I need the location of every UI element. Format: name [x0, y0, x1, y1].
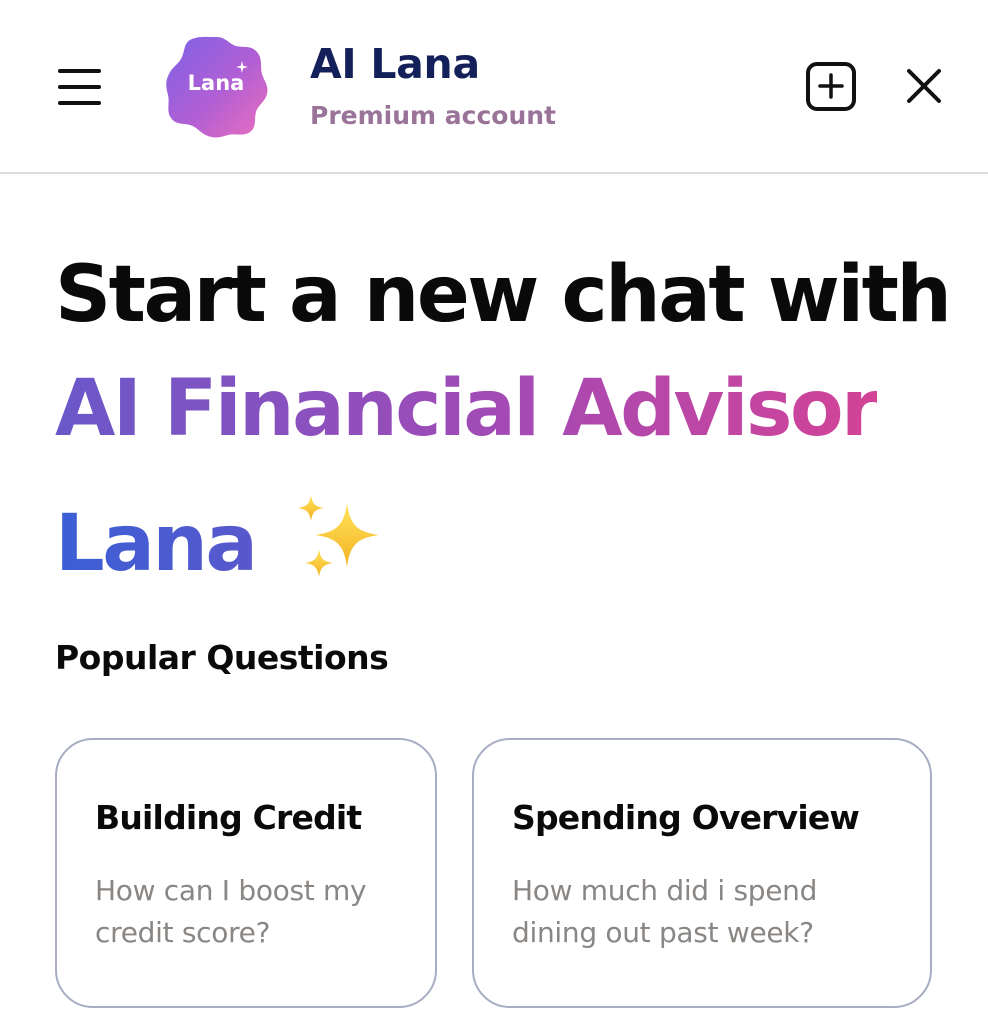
assistant-name: AI Lana: [310, 40, 480, 88]
question-card-text: How much did i spend dining out past wee…: [512, 874, 818, 949]
account-type: Premium account: [310, 101, 557, 130]
avatar-sparkle-icon: [236, 61, 248, 73]
question-card-title: Spending Overview: [512, 798, 860, 837]
close-x-icon: [907, 69, 941, 103]
top-bar: Lana AI Lana Premium account: [0, 0, 988, 174]
new-chat-button[interactable]: [806, 60, 857, 111]
sparkles-icon: [297, 495, 379, 577]
question-card-text: How can I boost my credit score?: [95, 874, 367, 949]
menu-icon[interactable]: [58, 66, 102, 108]
hero-line-name-row: Lana: [55, 487, 975, 622]
avatar: Lana: [166, 35, 270, 139]
hero-line-name: Lana: [55, 487, 258, 601]
question-card-building-credit[interactable]: Building Credit How can I boost my credi…: [55, 738, 437, 1008]
avatar-text: Lana: [187, 71, 245, 95]
close-button[interactable]: [904, 66, 944, 106]
hero-line-advisor: AI Financial Advisor: [55, 352, 880, 466]
hero-heading: Start a new chat with AI Financial Advis…: [55, 238, 975, 622]
question-card-title: Building Credit: [95, 798, 362, 837]
question-card-spending-overview[interactable]: Spending Overview How much did i spend d…: [472, 738, 932, 1008]
square-plus-icon: [806, 62, 856, 111]
popular-questions-heading: Popular Questions: [55, 638, 389, 677]
hero-line-intro: Start a new chat with: [55, 250, 952, 340]
